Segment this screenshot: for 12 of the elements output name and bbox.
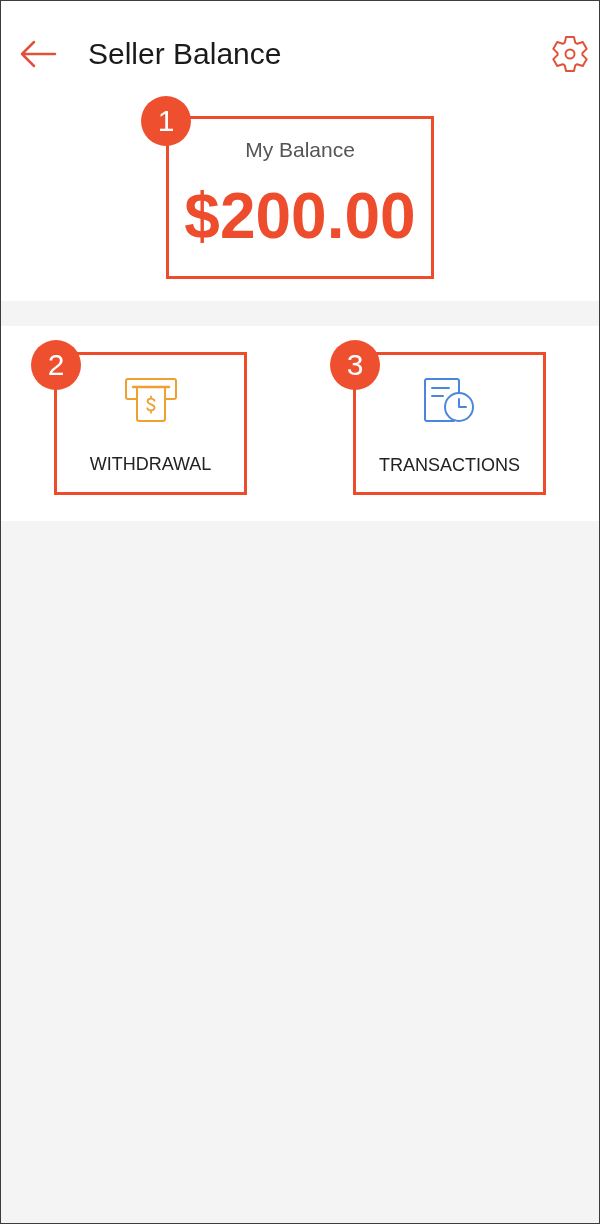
back-arrow-icon [19, 39, 57, 69]
document-clock-icon [424, 378, 475, 423]
number-badge: 1 [141, 96, 191, 146]
settings-button[interactable] [550, 34, 590, 74]
balance-amount: $200.00 [184, 184, 416, 248]
settings-icon [550, 34, 590, 74]
balance-label: My Balance [245, 138, 355, 162]
number-badge: 3 [330, 340, 380, 390]
back-button[interactable] [19, 39, 57, 69]
atm-cash-icon [124, 378, 177, 422]
page-title: Seller Balance [88, 36, 282, 72]
number-badge: 2 [31, 340, 81, 390]
